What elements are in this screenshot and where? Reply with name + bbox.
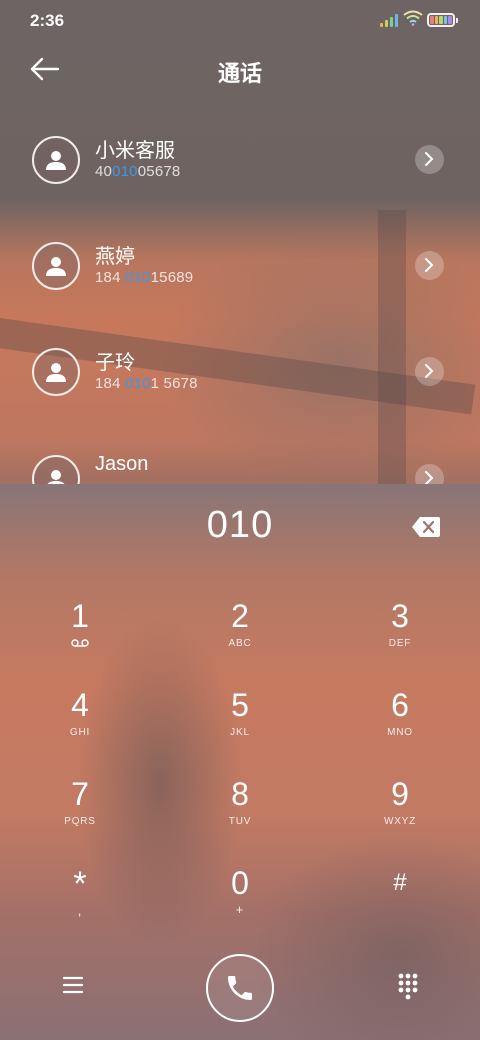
- contact-detail-button[interactable]: [415, 145, 444, 174]
- wifi-icon: [403, 10, 423, 26]
- page-title: 通话: [217, 61, 262, 86]
- dial-key-5[interactable]: 5 JKL: [170, 687, 310, 767]
- person-icon: [46, 257, 66, 276]
- dial-key-2[interactable]: 2 ABC: [170, 598, 310, 678]
- avatar: [32, 242, 80, 290]
- contact-number: 184 01015689: [95, 269, 194, 286]
- contact-name: 子玲: [95, 352, 135, 374]
- chevron-right-icon: [425, 471, 434, 485]
- call-button[interactable]: [206, 954, 274, 1022]
- backspace-button[interactable]: [411, 516, 441, 538]
- phone-icon: [228, 976, 252, 1000]
- dialer-panel: 010 1 2 ABC 3 DEF 4 GHI 5 JKL 6 MNO 7 PQ…: [0, 484, 480, 1040]
- contact-name: 燕婷: [95, 246, 135, 268]
- battery-icon: [427, 13, 458, 27]
- dial-key-4[interactable]: 4 GHI: [10, 687, 150, 767]
- dial-key-8[interactable]: 8 TUV: [170, 776, 310, 856]
- dial-key-9[interactable]: 9 WXYZ: [330, 776, 470, 856]
- contact-number: 184 0101 5678: [95, 375, 198, 392]
- dial-key-6[interactable]: 6 MNO: [330, 687, 470, 767]
- dial-key-0[interactable]: 0 +: [170, 865, 310, 945]
- chevron-right-icon: [425, 258, 434, 272]
- status-time: 2:36: [30, 11, 65, 30]
- contact-detail-button[interactable]: [415, 357, 444, 386]
- keypad-toggle-button[interactable]: [397, 972, 419, 1000]
- avatar: [32, 136, 80, 184]
- dial-key-hash[interactable]: #: [330, 865, 470, 945]
- dial-key-star[interactable]: * ,: [10, 865, 150, 945]
- contact-list-item[interactable]: 子玲 184 0101 5678: [0, 348, 480, 438]
- menu-button[interactable]: [60, 974, 86, 996]
- contact-name: Jason: [95, 453, 149, 475]
- contact-name: 小米客服: [95, 140, 175, 162]
- dial-key-3[interactable]: 3 DEF: [330, 598, 470, 678]
- contact-detail-button[interactable]: [415, 251, 444, 280]
- avatar: [32, 348, 80, 396]
- chevron-right-icon: [425, 152, 434, 166]
- signal-icon: [380, 13, 400, 27]
- status-bar: 2:36: [0, 0, 480, 40]
- contact-number: 4001005678: [95, 163, 181, 180]
- dialed-number: 010: [206, 504, 274, 546]
- contact-list-item[interactable]: 小米客服 4001005678: [0, 136, 480, 226]
- dial-key-7[interactable]: 7 PQRS: [10, 776, 150, 856]
- dialer-action-bar: [0, 954, 480, 1024]
- person-icon: [46, 363, 66, 382]
- contact-list-item[interactable]: 燕婷 184 01015689: [0, 242, 480, 332]
- chevron-right-icon: [425, 364, 434, 378]
- voicemail-icon: [71, 639, 89, 647]
- person-icon: [46, 151, 66, 170]
- dial-key-1[interactable]: 1: [10, 598, 150, 678]
